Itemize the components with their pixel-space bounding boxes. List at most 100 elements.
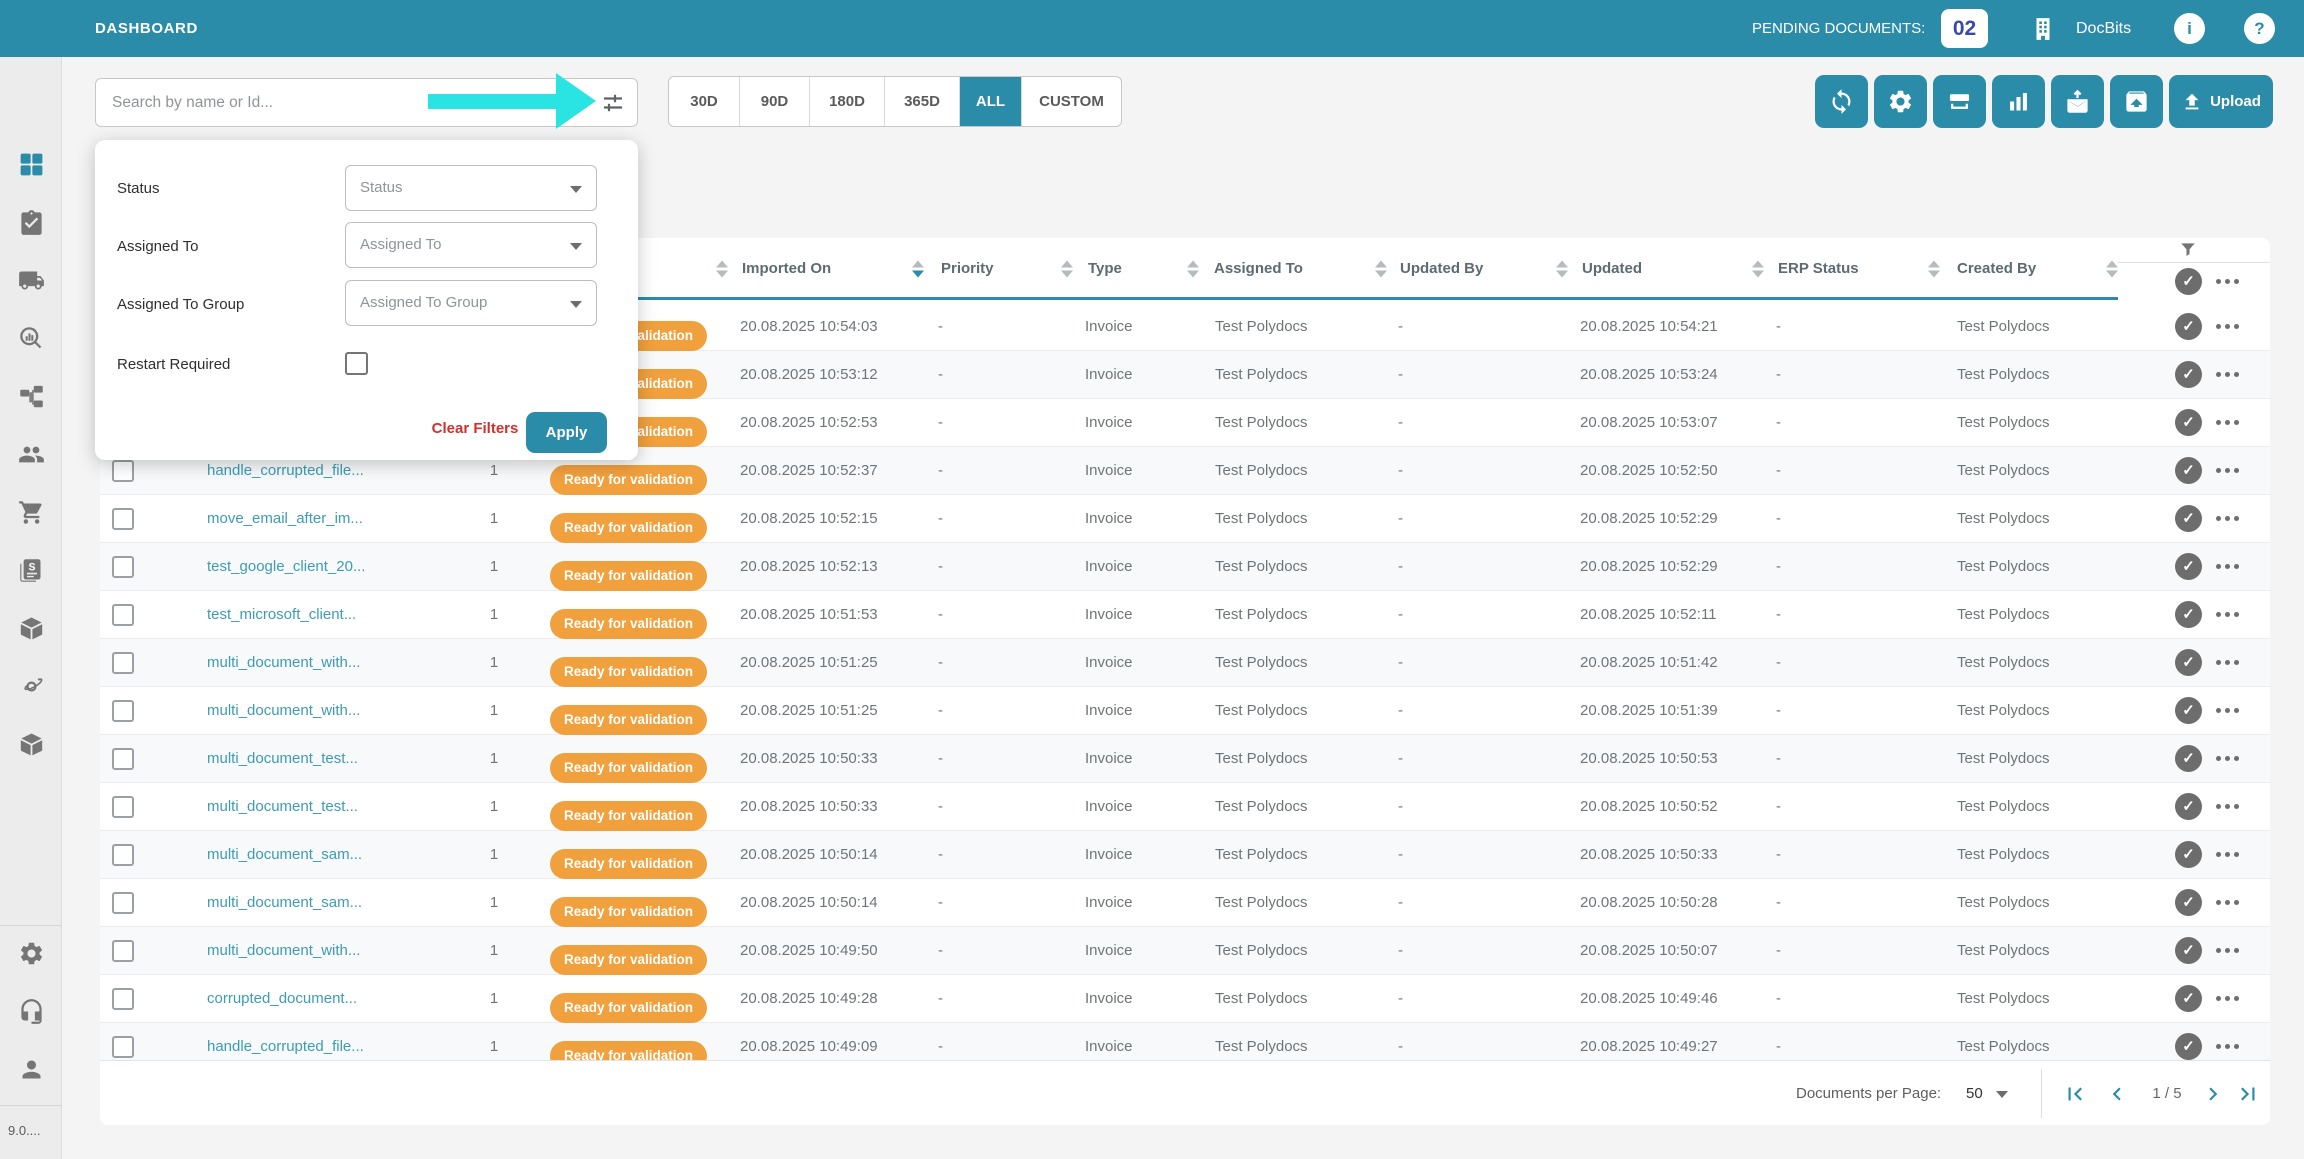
column-header-erp-status[interactable]: ERP Status [1778, 238, 1859, 300]
status-filter-select[interactable]: Status [345, 165, 597, 211]
tab-custom[interactable]: CUSTOM [1022, 77, 1121, 126]
table-row[interactable]: corrupted_document... 1 Ready for valida… [100, 975, 2270, 1023]
validation-badge-icon[interactable]: ✓ [2175, 745, 2202, 772]
row-menu-icon[interactable] [2216, 841, 2239, 868]
doc-name-link[interactable]: test_google_client_20... [207, 543, 365, 591]
sidebar-item-shipments[interactable] [0, 266, 62, 294]
sidebar-item-workflow[interactable] [0, 382, 62, 410]
sort-imported-on[interactable] [912, 261, 924, 278]
sort-assigned-to[interactable] [1375, 261, 1387, 278]
tab-all[interactable]: ALL [960, 77, 1022, 126]
table-row[interactable]: move_email_after_im... 1 Ready for valid… [100, 495, 2270, 543]
sort-erp-status[interactable] [1928, 261, 1940, 278]
row-menu-icon[interactable] [2216, 409, 2239, 436]
tab-180d[interactable]: 180D [810, 77, 885, 126]
doc-name-link[interactable]: multi_document_with... [207, 927, 360, 975]
column-header-updated[interactable]: Updated [1582, 238, 1642, 300]
validation-badge-icon[interactable]: ✓ [2175, 1033, 2202, 1060]
filter-tune-icon[interactable] [601, 91, 625, 115]
validation-badge-icon[interactable]: ✓ [2175, 313, 2202, 340]
sidebar-item-support[interactable] [0, 997, 62, 1025]
row-checkbox[interactable] [112, 556, 134, 578]
row-menu-icon[interactable] [2216, 313, 2239, 340]
settings-button[interactable] [1874, 75, 1927, 128]
sidebar-item-products[interactable] [0, 730, 62, 758]
sort-created-by[interactable] [2106, 261, 2118, 278]
table-row[interactable]: multi_document_with... 1 Ready for valid… [100, 687, 2270, 735]
table-row[interactable]: test_google_client_20... 1 Ready for val… [100, 543, 2270, 591]
organization-icon[interactable] [2030, 16, 2056, 42]
sidebar-item-integrations[interactable] [0, 672, 62, 700]
sort-updated-by[interactable] [1556, 261, 1568, 278]
table-row[interactable]: multi_document_sam... 1 Ready for valida… [100, 879, 2270, 927]
row-checkbox[interactable] [112, 652, 134, 674]
row-menu-icon[interactable] [2216, 889, 2239, 916]
row-menu-icon[interactable] [2216, 697, 2239, 724]
column-header-assigned-to[interactable]: Assigned To [1214, 238, 1303, 300]
statistics-button[interactable] [1992, 75, 2045, 128]
pending-documents-count[interactable]: 02 [1941, 9, 1988, 48]
table-row[interactable]: multi_document_sam... 1 Ready for valida… [100, 831, 2270, 879]
doc-name-link[interactable]: multi_document_with... [207, 687, 360, 735]
row-checkbox[interactable] [112, 892, 134, 914]
help-icon[interactable]: ? [2244, 13, 2275, 44]
sidebar-item-tasks[interactable] [0, 208, 62, 236]
sidebar-item-packages[interactable] [0, 614, 62, 642]
validation-badge-icon[interactable]: ✓ [2175, 697, 2202, 724]
doc-name-link[interactable]: move_email_after_im... [207, 495, 363, 543]
sort-updated[interactable] [1752, 261, 1764, 278]
validation-badge-icon[interactable]: ✓ [2175, 937, 2202, 964]
row-menu-icon[interactable] [2216, 649, 2239, 676]
validation-badge-icon[interactable]: ✓ [2175, 889, 2202, 916]
row-menu-icon[interactable] [2216, 601, 2239, 628]
doc-name-link[interactable]: multi_document_sam... [207, 879, 362, 927]
previous-page-button[interactable] [2104, 1061, 2130, 1125]
sort-priority[interactable] [1061, 261, 1073, 278]
per-page-caret-icon[interactable] [1996, 1091, 2008, 1098]
scanner-button[interactable] [1933, 75, 1986, 128]
validation-badge-icon[interactable]: ✓ [2175, 649, 2202, 676]
restart-required-checkbox[interactable] [345, 352, 368, 375]
validation-badge-icon[interactable]: ✓ [2175, 361, 2202, 388]
tab-30d[interactable]: 30D [669, 77, 740, 126]
validation-badge-icon[interactable]: ✓ [2175, 505, 2202, 532]
clear-filters-button[interactable]: Clear Filters [405, 420, 545, 446]
column-header-updated-by[interactable]: Updated By [1400, 238, 1483, 300]
sidebar-item-profile[interactable] [0, 1055, 62, 1083]
validation-badge-icon[interactable]: ✓ [2175, 793, 2202, 820]
doc-name-link[interactable]: test_microsoft_client... [207, 591, 356, 639]
validation-badge-icon[interactable]: ✓ [2175, 601, 2202, 628]
first-page-button[interactable] [2062, 1061, 2088, 1125]
sort-type[interactable] [1187, 261, 1199, 278]
validation-badge-icon[interactable]: ✓ [2175, 985, 2202, 1012]
row-checkbox[interactable] [112, 748, 134, 770]
upload-button[interactable]: Upload [2169, 75, 2273, 128]
sidebar-item-users[interactable] [0, 440, 62, 468]
row-menu-icon[interactable] [2216, 937, 2239, 964]
column-header-created-by[interactable]: Created By [1957, 238, 2036, 300]
refresh-button[interactable] [1815, 75, 1868, 128]
export-button[interactable] [2110, 75, 2163, 128]
sidebar-item-dashboard[interactable] [0, 150, 62, 178]
row-menu-icon[interactable] [2216, 553, 2239, 580]
row-checkbox[interactable] [112, 796, 134, 818]
row-checkbox[interactable] [112, 700, 134, 722]
sidebar-item-settings[interactable] [0, 939, 62, 967]
doc-name-link[interactable]: multi_document_test... [207, 735, 358, 783]
table-row[interactable]: multi_document_with... 1 Ready for valid… [100, 639, 2270, 687]
validation-badge-icon[interactable]: ✓ [2175, 409, 2202, 436]
table-row[interactable]: test_microsoft_client... 1 Ready for val… [100, 591, 2270, 639]
doc-name-link[interactable]: multi_document_test... [207, 783, 358, 831]
assigned-to-filter-select[interactable]: Assigned To [345, 222, 597, 268]
row-menu-icon[interactable] [2216, 268, 2239, 295]
row-checkbox[interactable] [112, 940, 134, 962]
row-menu-icon[interactable] [2216, 457, 2239, 484]
tab-90d[interactable]: 90D [740, 77, 810, 126]
row-menu-icon[interactable] [2216, 985, 2239, 1012]
doc-name-link[interactable]: multi_document_sam... [207, 831, 362, 879]
row-menu-icon[interactable] [2216, 793, 2239, 820]
validation-badge-icon[interactable]: ✓ [2175, 457, 2202, 484]
tab-365d[interactable]: 365D [885, 77, 960, 126]
column-header-priority[interactable]: Priority [941, 238, 994, 300]
row-checkbox[interactable] [112, 988, 134, 1010]
